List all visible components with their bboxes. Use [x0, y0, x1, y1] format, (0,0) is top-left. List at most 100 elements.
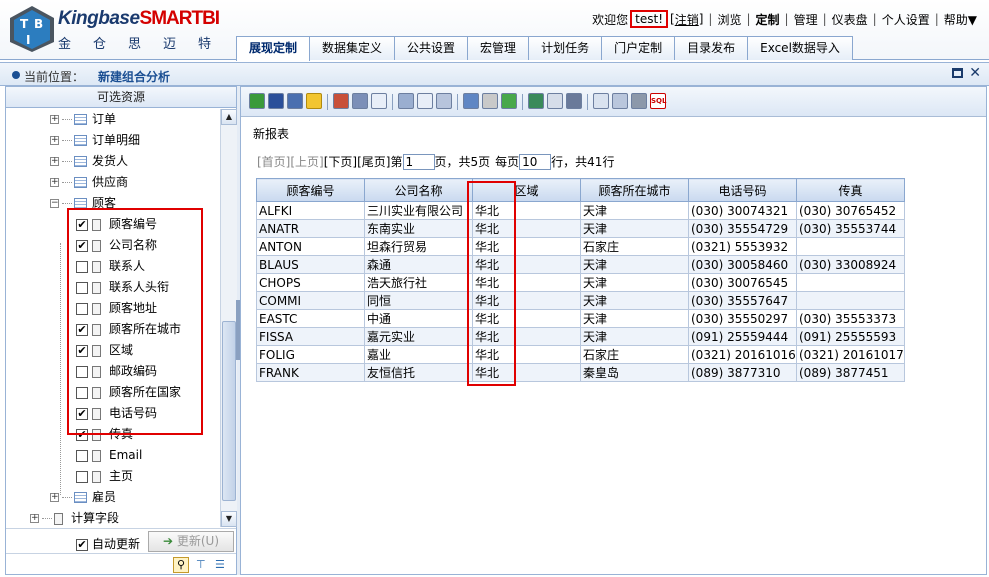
- field-phone[interactable]: ✔ 电话号码: [76, 403, 157, 424]
- column-header[interactable]: 顾客编号: [256, 178, 365, 202]
- location-bullet-icon: [12, 71, 20, 79]
- tree-node-employees[interactable]: + 雇员: [50, 487, 116, 508]
- field-customer-id[interactable]: ✔ 顾客编号: [76, 214, 157, 235]
- field-fax[interactable]: ✔ 传真: [76, 424, 133, 445]
- checkbox[interactable]: [76, 365, 88, 378]
- column-header[interactable]: 顾客所在城市: [580, 178, 689, 202]
- print-icon[interactable]: [482, 93, 498, 109]
- sum-icon[interactable]: [417, 93, 433, 109]
- tree-view-icon[interactable]: ⊤: [196, 558, 206, 571]
- expand-icon[interactable]: +: [50, 493, 59, 502]
- scroll-down-icon[interactable]: ▼: [221, 511, 237, 527]
- checkbox[interactable]: ✔: [76, 407, 88, 420]
- field-company-name[interactable]: ✔ 公司名称: [76, 235, 157, 256]
- checkbox[interactable]: ✔: [76, 323, 88, 336]
- tab-report-customize[interactable]: 展现定制: [236, 36, 311, 61]
- save-as-icon[interactable]: [287, 93, 303, 109]
- page-number-input[interactable]: 1: [402, 153, 435, 170]
- checkbox[interactable]: [76, 449, 88, 462]
- scroll-up-icon[interactable]: ▲: [221, 109, 237, 125]
- tree-node-suppliers[interactable]: + 供应商: [50, 172, 128, 193]
- first-page-link[interactable]: [首页]: [257, 153, 290, 170]
- settings-icon[interactable]: [436, 93, 452, 109]
- nav-browse[interactable]: 浏览: [717, 11, 741, 28]
- expand-icon[interactable]: +: [50, 178, 59, 187]
- column-header[interactable]: 电话号码: [688, 178, 797, 202]
- checkbox[interactable]: [76, 386, 88, 399]
- save-icon[interactable]: [268, 93, 284, 109]
- field-contact[interactable]: 联系人: [76, 256, 145, 277]
- copy-icon[interactable]: [352, 93, 368, 109]
- tab-dataset-definition[interactable]: 数据集定义: [309, 36, 396, 60]
- checkbox[interactable]: ✔: [76, 428, 88, 441]
- logout-link[interactable]: 注销: [675, 11, 699, 28]
- last-page-link[interactable]: [尾页]: [357, 153, 390, 170]
- field-customer-address[interactable]: 顾客地址: [76, 298, 157, 319]
- field-homepage[interactable]: 主页: [76, 466, 133, 487]
- tree-node-shippers[interactable]: + 发货人: [50, 151, 128, 172]
- field-customer-city[interactable]: ✔ 顾客所在城市: [76, 319, 181, 340]
- tab-macro-management[interactable]: 宏管理: [467, 36, 530, 60]
- tree-scrollbar[interactable]: ▲ ▼: [220, 109, 237, 527]
- refresh-button[interactable]: ➔ 更新(U): [148, 531, 234, 552]
- expand-icon[interactable]: +: [30, 514, 39, 523]
- tree-node-orders[interactable]: + 订单: [50, 109, 116, 130]
- sql-icon[interactable]: SQL: [650, 93, 666, 109]
- sort-icon[interactable]: [547, 93, 563, 109]
- nav-manage[interactable]: 管理: [794, 11, 818, 28]
- checkbox[interactable]: [76, 281, 88, 294]
- expand-icon[interactable]: +: [50, 157, 59, 166]
- excel-icon[interactable]: [528, 93, 544, 109]
- param-icon[interactable]: [566, 93, 582, 109]
- nav-customize[interactable]: 定制: [756, 11, 780, 28]
- scroll-thumb[interactable]: [222, 321, 236, 501]
- list-view-icon[interactable]: ☰: [215, 558, 225, 571]
- query-icon[interactable]: [631, 93, 647, 109]
- prev-page-link[interactable]: [上页]: [290, 153, 323, 170]
- field-contact-title[interactable]: 联系人头衔: [76, 277, 169, 298]
- auto-update-checkbox[interactable]: ✔: [76, 538, 88, 551]
- auto-update-option[interactable]: ✔ 自动更新: [76, 535, 140, 552]
- export-icon[interactable]: [463, 93, 479, 109]
- tree-node-order-details[interactable]: + 订单明细: [50, 130, 140, 151]
- filter-icon[interactable]: [398, 93, 414, 109]
- tree-node-customers[interactable]: − 顾客: [50, 193, 116, 214]
- checkbox[interactable]: [76, 470, 88, 483]
- favorite-icon[interactable]: [306, 93, 322, 109]
- maximize-icon[interactable]: [952, 68, 963, 78]
- nav-help[interactable]: 帮助▼: [944, 11, 977, 28]
- refresh-icon[interactable]: [249, 93, 265, 109]
- tree-node-calc-fields[interactable]: + 计算字段: [30, 508, 119, 527]
- nav-personal-settings[interactable]: 个人设置: [882, 11, 930, 28]
- nav-dashboard[interactable]: 仪表盘: [832, 11, 868, 28]
- field-region[interactable]: ✔ 区域: [76, 340, 133, 361]
- refresh-data-icon[interactable]: [501, 93, 517, 109]
- close-icon[interactable]: ✕: [969, 65, 981, 81]
- field-customer-country[interactable]: 顾客所在国家: [76, 382, 181, 403]
- column-header[interactable]: 公司名称: [364, 178, 473, 202]
- tab-public-settings[interactable]: 公共设置: [394, 36, 469, 60]
- tab-excel-import[interactable]: Excel数据导入: [747, 36, 853, 60]
- column-header[interactable]: 区域: [472, 178, 581, 202]
- field-email[interactable]: Email: [76, 445, 142, 466]
- field-postal-code[interactable]: 邮政编码: [76, 361, 157, 382]
- tab-portal-customize[interactable]: 门户定制: [601, 36, 676, 60]
- next-page-link[interactable]: [下页]: [324, 153, 357, 170]
- checkbox[interactable]: ✔: [76, 218, 88, 231]
- expand-icon[interactable]: +: [50, 136, 59, 145]
- view-icon[interactable]: [593, 93, 609, 109]
- search-icon[interactable]: ⚲: [173, 557, 189, 573]
- checkbox[interactable]: ✔: [76, 239, 88, 252]
- chart-icon[interactable]: [333, 93, 349, 109]
- help-icon[interactable]: [612, 93, 628, 109]
- layout-icon[interactable]: [371, 93, 387, 109]
- collapse-icon[interactable]: −: [50, 199, 59, 208]
- checkbox[interactable]: [76, 260, 88, 273]
- rows-per-page-input[interactable]: 10: [519, 153, 552, 170]
- tab-catalog-publish[interactable]: 目录发布: [674, 36, 749, 60]
- expand-icon[interactable]: +: [50, 115, 59, 124]
- checkbox[interactable]: [76, 302, 88, 315]
- column-header[interactable]: 传真: [796, 178, 905, 202]
- checkbox[interactable]: ✔: [76, 344, 88, 357]
- tab-scheduled-tasks[interactable]: 计划任务: [528, 36, 603, 60]
